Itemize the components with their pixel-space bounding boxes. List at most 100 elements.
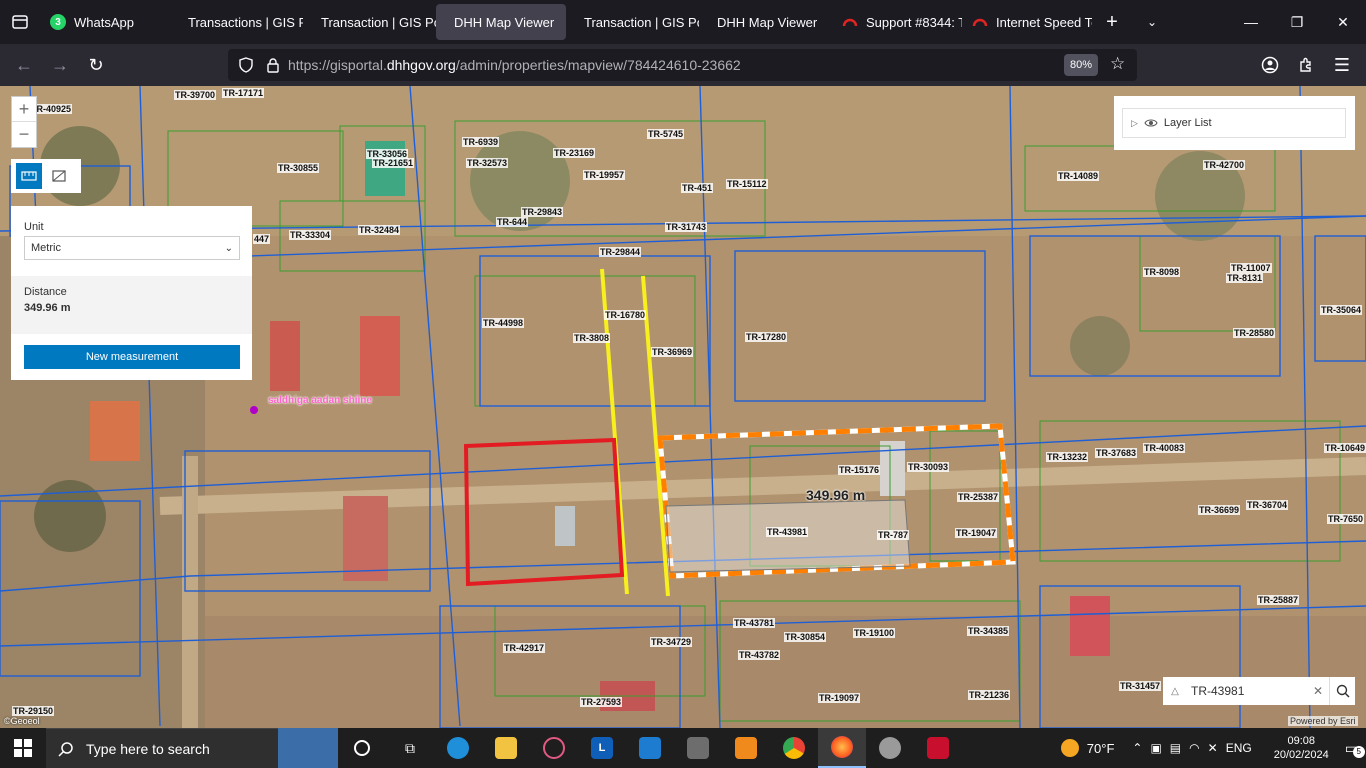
parcel-label: TR-32484 [358,225,401,235]
speaker-muted-icon[interactable]: ✕ [1208,741,1218,755]
app-icon [735,737,757,759]
calculator-app[interactable] [674,728,722,768]
zoom-in-button[interactable]: + [12,97,36,122]
url-text: https://gisportal.dhhgov.org/admin/prope… [288,57,741,73]
camera-icon[interactable]: ▣ [1150,741,1161,755]
tab-support[interactable]: Support #8344: T [832,4,962,40]
distance-label: Distance [24,286,67,298]
reload-button[interactable]: ↻ [78,49,114,81]
wifi-icon[interactable]: ◠ [1189,741,1199,755]
network-icon[interactable]: ▤ [1170,741,1181,755]
map-search-input[interactable]: TR-43981 [1187,684,1307,698]
layer-list-label: Layer List [1163,117,1212,129]
parcel-label: TR-21236 [968,690,1011,700]
extensions-button[interactable] [1288,49,1324,81]
start-button[interactable] [0,728,46,768]
language-indicator[interactable]: ENG [1226,741,1252,755]
star-icon[interactable]: ☆ [1110,54,1125,74]
hamburger-icon: ☰ [1333,54,1351,75]
taskbar-search[interactable]: Type here to search [46,728,278,768]
l-app[interactable]: L [578,728,626,768]
parcel-label: TR-42917 [503,643,546,653]
vlc-app[interactable] [722,728,770,768]
tab-dhh-map-viewer-active[interactable]: DHH Map Viewer ✕ [436,4,566,40]
weather-sun-icon[interactable] [1060,739,1079,757]
tab-transaction-3[interactable]: Transaction | GIS Port [566,4,699,40]
new-measurement-button[interactable]: New measurement [24,345,240,369]
system-tray: 70°F ⌃ ▣ ▤ ◠ ✕ ENG 09:08 20/02/2024 ▭ 5 [1060,728,1366,768]
eye-icon[interactable] [1144,118,1158,128]
search-button[interactable] [1329,677,1355,705]
forward-button[interactable]: → [42,49,78,81]
parcel-label: TR-16780 [604,310,647,320]
url-bar[interactable]: https://gisportal.dhhgov.org/admin/prope… [228,49,1137,81]
chevron-up-icon[interactable]: ⌃ [1132,741,1142,755]
layer-list-item[interactable]: ▷ Layer List [1122,108,1346,138]
calculator-icon [687,737,709,759]
mail-app[interactable] [626,728,674,768]
tab-label: DHH Map Viewer [454,14,555,30]
chevron-down-icon: ⌄ [1146,15,1158,29]
new-tab-button[interactable]: + [1092,4,1132,40]
file-explorer-app[interactable] [482,728,530,768]
account-button[interactable] [1252,49,1288,81]
caret-up-icon[interactable]: △ [1163,686,1187,697]
clock[interactable]: 09:08 20/02/2024 [1274,734,1329,762]
minimize-button[interactable]: — [1228,0,1274,44]
clear-search-icon[interactable]: ✕ [1307,684,1329,698]
puzzle-icon [1300,57,1311,72]
map-view[interactable]: TR-39700 TR-17171 TR-40925 TR-30855 TR-33056… [0,86,1366,728]
tab-list-button[interactable]: ⌄ [1132,4,1172,40]
tab-label: Transaction | GIS Port [584,14,699,30]
l-app-icon: L [591,737,613,759]
restore-button[interactable]: ❐ [1274,0,1320,44]
parcel-label: TR-27593 [580,697,623,707]
cortana-button[interactable] [338,728,386,768]
distance-measure-button[interactable] [16,163,42,189]
weather-temp[interactable]: 70°F [1087,741,1115,756]
unit-select[interactable]: Metric ⌄ [24,236,240,260]
mcafee-app[interactable] [914,728,962,768]
parcel-label: TR-7650 [1327,514,1365,524]
edge-app[interactable] [434,728,482,768]
tab-label: DHH Map Viewer [717,14,818,30]
parcel-label: TR-25887 [1257,595,1300,605]
back-button[interactable]: ← [6,49,42,81]
tab-label: WhatsApp [74,14,134,30]
tab-overview-button[interactable] [0,0,40,44]
tab-label: Internet Speed Te [996,14,1092,30]
clock-time: 09:08 [1287,735,1315,747]
parcel-label: TR-34729 [650,637,693,647]
tab-transaction-2[interactable]: Transaction | GIS Port [303,4,436,40]
tab-transactions-1[interactable]: Transactions | GIS Por [170,4,303,40]
zoom-level-badge[interactable]: 80% [1064,54,1098,76]
parcel-label: TR-29844 [599,247,642,257]
parcel-label: TR-6939 [462,137,500,147]
caret-right-icon[interactable]: ▷ [1131,118,1138,129]
esri-attribution[interactable]: Powered by Esri [1288,716,1358,726]
tab-internet-speed[interactable]: Internet Speed Te [962,4,1092,40]
area-measure-button[interactable] [46,163,72,189]
parcel-label: TR-31457 [1119,681,1162,691]
parcel-label: TR-44998 [482,318,525,328]
browser-tab-bar: 3 WhatsApp Transactions | GIS Por Transa… [0,0,1366,44]
disk-app[interactable] [866,728,914,768]
notification-button[interactable]: ▭ 5 [1345,740,1365,758]
close-window-button[interactable]: ✕ [1320,0,1366,44]
parcel-label: TR-11007 [1230,263,1272,273]
task-view-button[interactable]: ⧉ [386,728,434,768]
menu-button[interactable]: ☰ [1324,49,1360,81]
restore-icon: ❐ [1290,13,1304,30]
snipping-app[interactable] [530,728,578,768]
reload-icon: ↻ [88,54,104,75]
tab-dhh-map-viewer-2[interactable]: DHH Map Viewer [699,4,832,40]
place-name-label: saldhiga aadan shiine [268,395,372,406]
measurement-panel: Unit Metric ⌄ Distance 349.96 m New meas… [11,206,252,380]
tab-whatsapp[interactable]: 3 WhatsApp [40,4,170,40]
zoom-out-button[interactable]: − [12,122,36,147]
parcel-label: TR-35064 [1320,305,1363,315]
firefox-app[interactable] [818,728,866,768]
chrome-app[interactable] [770,728,818,768]
windows-taskbar: Type here to search ⧉ L 70°F ⌃ ▣ ▤ ◠ ✕ E… [0,728,1366,768]
search-icon [58,741,73,757]
